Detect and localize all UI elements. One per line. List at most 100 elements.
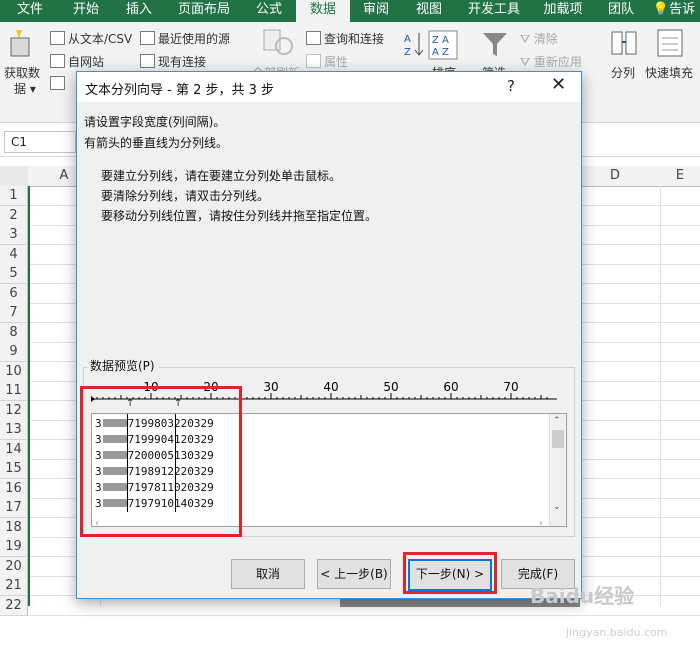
intro-text-2: 有箭头的垂直线为分列线。	[84, 136, 229, 150]
column-header-d[interactable]: D	[570, 166, 661, 187]
row-header[interactable]: 13	[0, 420, 28, 440]
from-text-csv-button[interactable]: 从文本/CSV	[50, 30, 132, 47]
ruler-label: 50	[383, 382, 398, 394]
close-button[interactable]: ✕	[551, 74, 566, 95]
tab-file[interactable]: 文件	[0, 0, 60, 22]
tab-formulas[interactable]: 公式	[242, 0, 296, 22]
row-header[interactable]: 2	[0, 205, 28, 226]
get-data-icon	[8, 28, 34, 61]
tab-home[interactable]: 开始	[60, 0, 112, 22]
queries-icon	[306, 31, 321, 45]
tip-clear-line: 要清除分列线，请双击分列线。	[101, 189, 270, 203]
row-header[interactable]: 16	[0, 478, 28, 499]
tip-move-line: 要移动分列线位置，请按住分列线并拖至指定位置。	[101, 209, 378, 223]
reapply-button[interactable]: ⛛ 重新应用	[520, 53, 582, 70]
row-header[interactable]: 12	[0, 400, 28, 421]
tab-insert[interactable]: 插入	[112, 0, 166, 22]
back-button[interactable]: < 上一步(B)	[317, 559, 391, 589]
existing-connections-button[interactable]: 现有连接	[140, 53, 206, 70]
row-header[interactable]: 3	[0, 225, 28, 245]
row-header[interactable]: 9	[0, 342, 28, 362]
flash-fill-icon	[656, 28, 684, 61]
row-header[interactable]: 18	[0, 517, 28, 538]
dropdown-arrow-icon: ▾	[29, 82, 36, 96]
recent-sources-button[interactable]: 最近使用的源	[140, 30, 230, 47]
dialog-title: 文本分列向导 - 第 2 步，共 3 步	[85, 83, 275, 98]
scroll-up-icon[interactable]: ⌃	[553, 416, 561, 426]
row-header[interactable]: 5	[0, 264, 28, 284]
svg-text:A: A	[404, 34, 411, 45]
text-to-columns-icon	[610, 28, 638, 61]
tab-data[interactable]: 数据	[296, 0, 350, 22]
name-box[interactable]: C1	[4, 131, 76, 153]
row-header[interactable]: 14	[0, 439, 28, 460]
clear-button[interactable]: ⛛ 清除	[520, 30, 558, 47]
row-header[interactable]: 8	[0, 322, 28, 343]
grid-line	[660, 186, 661, 606]
refresh-all-icon	[262, 28, 296, 61]
row-header[interactable]: 6	[0, 283, 28, 304]
select-all-corner[interactable]	[0, 166, 29, 187]
tab-view[interactable]: 视图	[402, 0, 456, 22]
filter-icon	[481, 30, 509, 61]
from-table-button[interactable]	[50, 76, 68, 91]
row-header[interactable]: 19	[0, 537, 28, 557]
row-header[interactable]: 17	[0, 498, 28, 518]
dialog-titlebar: 文本分列向导 - 第 2 步，共 3 步 ? ✕	[77, 72, 581, 102]
row-header[interactable]: 20	[0, 556, 28, 577]
tab-tell-me[interactable]: 💡告诉	[648, 0, 700, 22]
watermark-url: jingyan.baidu.com	[566, 626, 668, 639]
text-to-columns-button[interactable]: 分列	[611, 64, 635, 81]
get-data-button-line2[interactable]: 据 ▾	[14, 80, 36, 97]
from-web-button[interactable]: 自网站	[50, 53, 104, 70]
scroll-down-icon[interactable]: ⌄	[553, 502, 561, 512]
row-header[interactable]: 10	[0, 361, 28, 382]
row-header[interactable]: 15	[0, 459, 28, 479]
vertical-scrollbar[interactable]: ⌃ ⌄	[549, 414, 566, 526]
web-icon	[50, 54, 65, 68]
svg-text:Z: Z	[404, 47, 411, 58]
ruler-label: 30	[263, 382, 278, 394]
properties-button[interactable]: 属性	[306, 53, 348, 70]
tab-page-layout[interactable]: 页面布局	[166, 0, 242, 22]
recent-sources-icon	[140, 31, 155, 45]
selection-edge	[28, 186, 30, 606]
queries-connections-button[interactable]: 查询和连接	[306, 30, 384, 47]
row-header[interactable]: 22	[0, 595, 28, 616]
row-header[interactable]: 1	[0, 186, 28, 206]
tab-review[interactable]: 审阅	[350, 0, 402, 22]
reapply-icon: ⛛	[520, 55, 534, 69]
tip-create-line: 要建立分列线，请在要建立分列处单击鼠标。	[101, 169, 342, 183]
watermark-logo: Baidu经验	[530, 584, 635, 608]
grid-line	[28, 614, 700, 616]
row-header[interactable]: 21	[0, 576, 28, 596]
ribbon-tab-bar: 文件 开始 插入 页面布局 公式 数据 审阅 视图 开发工具 加载项 团队 💡告…	[0, 0, 700, 22]
scroll-right-icon[interactable]: ›	[539, 518, 543, 529]
connections-icon	[140, 54, 155, 68]
row-header[interactable]: 11	[0, 381, 28, 401]
row-header[interactable]: 7	[0, 303, 28, 323]
tab-developer[interactable]: 开发工具	[456, 0, 532, 22]
data-preview-label: 数据预览(P)	[87, 357, 158, 374]
flash-fill-button[interactable]: 快速填充	[645, 64, 693, 81]
sort-dialog-icon: Z AA Z	[428, 30, 458, 63]
svg-text:Z A: Z A	[432, 35, 449, 46]
ruler-label: 40	[323, 382, 338, 394]
tab-addins[interactable]: 加载项	[532, 0, 594, 22]
table-icon	[50, 76, 65, 90]
svg-text:A Z: A Z	[432, 47, 449, 58]
intro-text-1: 请设置字段宽度(列间隔)。	[84, 115, 226, 129]
lightbulb-icon: 💡	[652, 2, 670, 17]
text-file-icon	[50, 31, 65, 45]
row-header[interactable]: 4	[0, 244, 28, 265]
get-data-button[interactable]: 获取数	[4, 64, 40, 81]
highlight-next-button-box	[403, 552, 497, 594]
properties-icon	[306, 54, 321, 68]
sort-az-icon: AZ	[402, 30, 426, 61]
column-header-e[interactable]: E	[660, 166, 700, 187]
cancel-button[interactable]: 取消	[231, 559, 305, 589]
scrollbar-thumb[interactable]	[552, 430, 564, 448]
tab-team[interactable]: 团队	[594, 0, 648, 22]
help-button[interactable]: ?	[507, 77, 515, 95]
ruler-label: 70	[503, 382, 518, 394]
